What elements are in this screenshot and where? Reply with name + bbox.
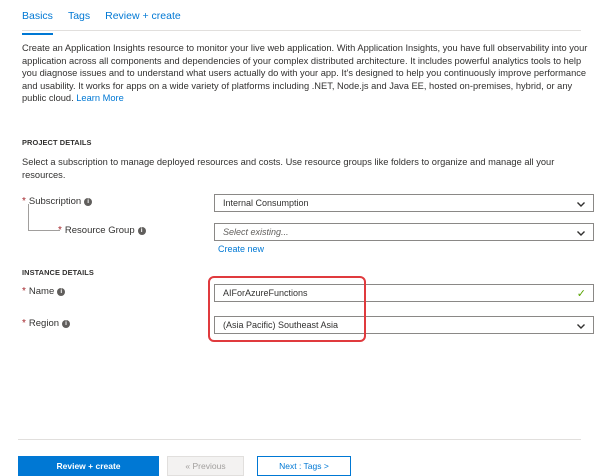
subscription-dropdown[interactable]: Internal Consumption <box>214 194 594 212</box>
info-icon[interactable]: i <box>84 197 93 206</box>
required-marker: * <box>22 318 26 329</box>
chevron-down-icon <box>577 231 585 236</box>
create-new-link[interactable]: Create new <box>218 244 264 254</box>
info-icon[interactable]: i <box>137 226 146 235</box>
tabs-divider <box>22 30 581 31</box>
tree-connector-horizontal <box>28 230 60 231</box>
name-label: * Name i <box>22 286 66 297</box>
resource-group-placeholder: Select existing... <box>223 227 289 237</box>
previous-button[interactable]: « Previous <box>167 456 244 476</box>
info-icon[interactable]: i <box>62 319 71 328</box>
name-label-text: Name <box>28 286 55 297</box>
project-details-heading: PROJECT DETAILS <box>22 138 92 147</box>
tab-bar: Basics Tags Review + create <box>22 7 196 35</box>
info-icon[interactable]: i <box>57 287 66 296</box>
subscription-label-text: Subscription <box>28 196 82 207</box>
review-create-button[interactable]: Review + create <box>18 456 159 476</box>
instance-details-heading: INSTANCE DETAILS <box>22 268 94 277</box>
resource-group-dropdown[interactable]: Select existing... <box>214 223 594 241</box>
required-marker: * <box>22 286 26 297</box>
region-label: * Region i <box>22 318 71 329</box>
chevron-down-icon <box>577 202 585 207</box>
intro-description: Create an Application Insights resource … <box>22 42 588 105</box>
required-marker: * <box>22 196 26 207</box>
tab-review-create[interactable]: Review + create <box>105 7 181 31</box>
tab-basics[interactable]: Basics <box>22 7 53 35</box>
region-label-text: Region <box>28 318 60 329</box>
chevron-down-icon <box>577 324 585 329</box>
resource-group-label-text: Resource Group <box>64 225 135 236</box>
footer-divider <box>18 439 581 440</box>
subscription-value: Internal Consumption <box>223 198 309 208</box>
highlight-annotation <box>208 276 366 342</box>
required-marker: * <box>58 225 62 236</box>
resource-group-label: * Resource Group i <box>58 225 146 236</box>
project-details-description: Select a subscription to manage deployed… <box>22 157 555 180</box>
next-tags-button[interactable]: Next : Tags > <box>257 456 351 476</box>
learn-more-link[interactable]: Learn More <box>76 93 124 103</box>
subscription-label: * Subscription i <box>22 196 93 207</box>
checkmark-icon: ✓ <box>576 288 586 300</box>
tree-connector-vertical <box>28 204 29 230</box>
tab-tags[interactable]: Tags <box>68 7 90 31</box>
